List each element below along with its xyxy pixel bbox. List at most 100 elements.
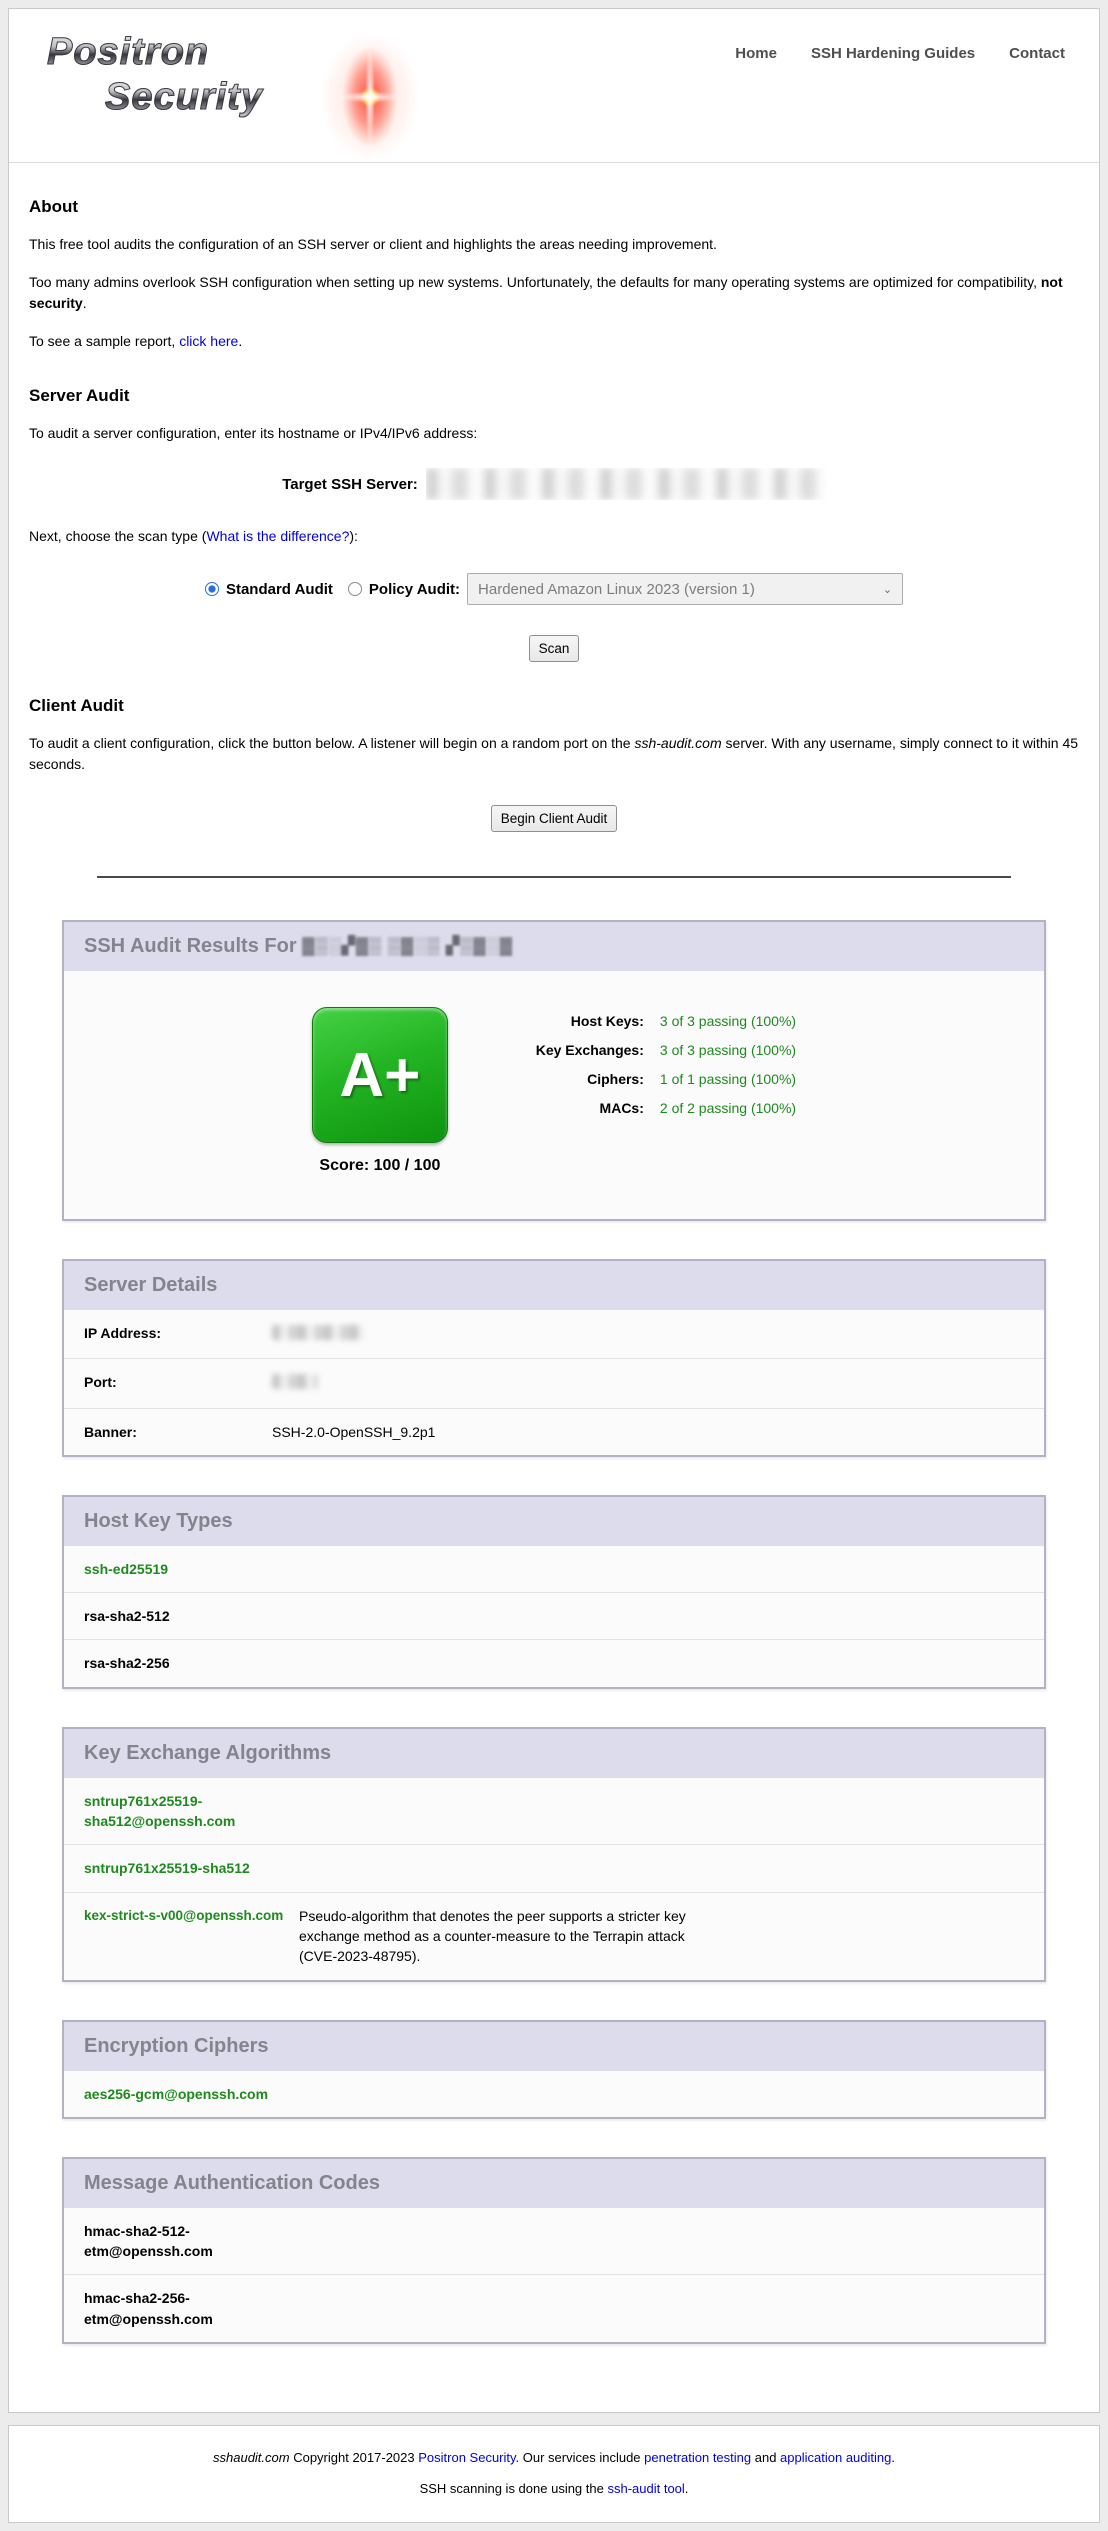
nav-contact[interactable]: Contact	[1009, 45, 1065, 62]
scan-button-row: Scan	[29, 635, 1079, 662]
results-summary-body: A+ Score: 100 / 100 Host Keys: 3 of 3 pa…	[64, 971, 1044, 1219]
stat-label: Key Exchanges:	[504, 1042, 644, 1058]
redacted-port-value	[272, 1374, 318, 1389]
stat-label: Ciphers:	[504, 1071, 644, 1087]
host-key-types-box: Host Key Types ssh-ed25519 rsa-sha2-512 …	[62, 1495, 1046, 1689]
stat-row-macs: MACs: 2 of 2 passing (100%)	[504, 1100, 796, 1116]
algorithm-name: hmac-sha2-256-etm@openssh.com	[84, 2288, 244, 2329]
table-row: kex-strict-s-v00@openssh.com Pseudo-algo…	[64, 1892, 1044, 1980]
chevron-down-icon: ⌄	[883, 583, 892, 596]
score-label: Score: 100 / 100	[312, 1157, 448, 1175]
standard-audit-radio[interactable]	[205, 582, 219, 596]
algorithm-name: sntrup761x25519-sha512	[84, 1858, 299, 1878]
server-audit-heading: Server Audit	[29, 386, 1079, 406]
nav-ssh-hardening-guides[interactable]: SSH Hardening Guides	[811, 45, 975, 62]
footer-and-text: and	[751, 2450, 780, 2465]
algorithm-name: rsa-sha2-512	[84, 1606, 170, 1626]
scan-type-line: Next, choose the scan type (What is the …	[29, 526, 1079, 547]
table-row: ssh-ed25519	[64, 1546, 1044, 1592]
results-title: SSH Audit Results For ▓▒░▞▓▒ ▒▓░▒ ▞▒▓░▓	[64, 922, 1044, 971]
macs-heading: Message Authentication Codes	[64, 2159, 1044, 2208]
row-label: Port:	[84, 1372, 272, 1394]
ssh-audit-tool-link[interactable]: ssh-audit tool	[607, 2481, 684, 2496]
sample-report-text: To see a sample report,	[29, 333, 179, 349]
redacted-target-name: ▓▒░▞▓▒ ▒▓░▒ ▞▒▓░▓	[302, 936, 513, 956]
algorithm-note	[299, 1791, 697, 1832]
results-summary-box: SSH Audit Results For ▓▒░▞▓▒ ▒▓░▒ ▞▒▓░▓ …	[62, 920, 1046, 1221]
policy-audit-label: Policy Audit:	[369, 581, 460, 598]
stat-row-host-keys: Host Keys: 3 of 3 passing (100%)	[504, 1013, 796, 1029]
positron-security-link[interactable]: Positron Security	[418, 2450, 515, 2465]
grade-letter: A+	[339, 1040, 420, 1111]
table-row: hmac-sha2-256-etm@openssh.com	[64, 2274, 1044, 2342]
algorithm-name: rsa-sha2-256	[84, 1653, 170, 1673]
stat-label: MACs:	[504, 1100, 644, 1116]
client-audit-paragraph: To audit a client configuration, click t…	[29, 733, 1079, 775]
policy-select[interactable]: Hardened Amazon Linux 2023 (version 1) ⌄	[467, 573, 903, 605]
target-ssh-server-input[interactable]	[426, 468, 826, 500]
table-row: sntrup761x25519-sha512@openssh.com	[64, 1778, 1044, 1845]
algorithm-note: Pseudo-algorithm that denotes the peer s…	[299, 1906, 697, 1967]
redacted-input-value	[426, 468, 826, 500]
results-title-text: SSH Audit Results For	[84, 935, 302, 957]
standard-audit-label: Standard Audit	[226, 581, 333, 598]
table-row: aes256-gcm@openssh.com	[64, 2071, 1044, 2117]
table-row-banner: Banner: SSH-2.0-OpenSSH_9.2p1	[64, 1408, 1044, 1455]
scan-type-row: Standard Audit Policy Audit: Hardened Am…	[29, 573, 1079, 605]
row-label: Banner:	[84, 1422, 272, 1442]
stat-value: 3 of 3 passing (100%)	[644, 1042, 796, 1058]
scan-type-difference-link[interactable]: What is the difference?	[206, 528, 349, 544]
table-row: hmac-sha2-512-etm@openssh.com	[64, 2208, 1044, 2275]
host-key-types-body: ssh-ed25519 rsa-sha2-512 rsa-sha2-256	[64, 1546, 1044, 1687]
target-server-row: Target SSH Server:	[29, 468, 1079, 500]
encryption-ciphers-body: aes256-gcm@openssh.com	[64, 2071, 1044, 2117]
grade-badge: A+	[312, 1007, 448, 1143]
penetration-testing-link[interactable]: penetration testing	[644, 2450, 751, 2465]
row-value-redacted	[272, 1323, 364, 1345]
server-details-heading: Server Details	[64, 1261, 1044, 1310]
key-exchange-body: sntrup761x25519-sha512@openssh.com sntru…	[64, 1778, 1044, 1980]
begin-client-audit-button[interactable]: Begin Client Audit	[491, 805, 618, 832]
red-flare-icon	[305, 17, 435, 177]
about-heading: About	[29, 197, 1079, 217]
footer-copyright-text: Copyright 2017-2023	[290, 2450, 419, 2465]
policy-select-value: Hardened Amazon Linux 2023 (version 1)	[478, 581, 755, 598]
table-row: sntrup761x25519-sha512	[64, 1844, 1044, 1891]
main-nav: Home SSH Hardening Guides Contact	[735, 45, 1065, 62]
client-audit-text: To audit a client configuration, click t…	[29, 735, 634, 751]
algorithm-name: kex-strict-s-v00@openssh.com	[84, 1906, 299, 1967]
positron-security-logo[interactable]: Positron Security	[47, 31, 467, 151]
audit-results: SSH Audit Results For ▓▒░▞▓▒ ▒▓░▒ ▞▒▓░▓ …	[62, 920, 1046, 2344]
macs-box: Message Authentication Codes hmac-sha2-5…	[62, 2157, 1046, 2344]
encryption-ciphers-heading: Encryption Ciphers	[64, 2022, 1044, 2071]
footer-site-name: sshaudit.com	[213, 2450, 290, 2465]
policy-audit-radio[interactable]	[348, 582, 362, 596]
about-paragraph-3: To see a sample report, click here.	[29, 331, 1079, 352]
scan-type-text-end: ):	[349, 528, 358, 544]
scan-button[interactable]: Scan	[529, 635, 580, 662]
target-ssh-server-label: Target SSH Server:	[282, 476, 418, 493]
application-auditing-link[interactable]: application auditing	[780, 2450, 891, 2465]
main-content: Positron Security Home SSH Hardening Gui…	[8, 8, 1100, 2413]
row-value-redacted	[272, 1372, 318, 1394]
about-p2-text: Too many admins overlook SSH configurati…	[29, 274, 1041, 290]
table-row: rsa-sha2-256	[64, 1639, 1044, 1686]
site-header: Positron Security Home SSH Hardening Gui…	[9, 9, 1099, 163]
algorithm-name: sntrup761x25519-sha512@openssh.com	[84, 1791, 299, 1832]
server-details-body: IP Address: Port: Banner: SSH-2.0-OpenSS…	[64, 1310, 1044, 1455]
about-paragraph-1: This free tool audits the configuration …	[29, 234, 1079, 255]
section-divider	[97, 876, 1011, 878]
sample-report-link[interactable]: click here	[179, 333, 238, 349]
footer-line2-period: .	[685, 2481, 689, 2496]
nav-home[interactable]: Home	[735, 45, 777, 62]
client-audit-button-row: Begin Client Audit	[29, 805, 1079, 832]
stats-table: Host Keys: 3 of 3 passing (100%) Key Exc…	[504, 1013, 796, 1129]
table-row: rsa-sha2-512	[64, 1592, 1044, 1639]
footer-line-1: sshaudit.com Copyright 2017-2023 Positro…	[19, 2450, 1089, 2465]
stat-value: 2 of 2 passing (100%)	[644, 1100, 796, 1116]
client-audit-heading: Client Audit	[29, 696, 1079, 716]
table-row-ip-address: IP Address:	[64, 1310, 1044, 1358]
row-label: IP Address:	[84, 1323, 272, 1345]
encryption-ciphers-box: Encryption Ciphers aes256-gcm@openssh.co…	[62, 2020, 1046, 2119]
algorithm-name: hmac-sha2-512-etm@openssh.com	[84, 2221, 244, 2262]
